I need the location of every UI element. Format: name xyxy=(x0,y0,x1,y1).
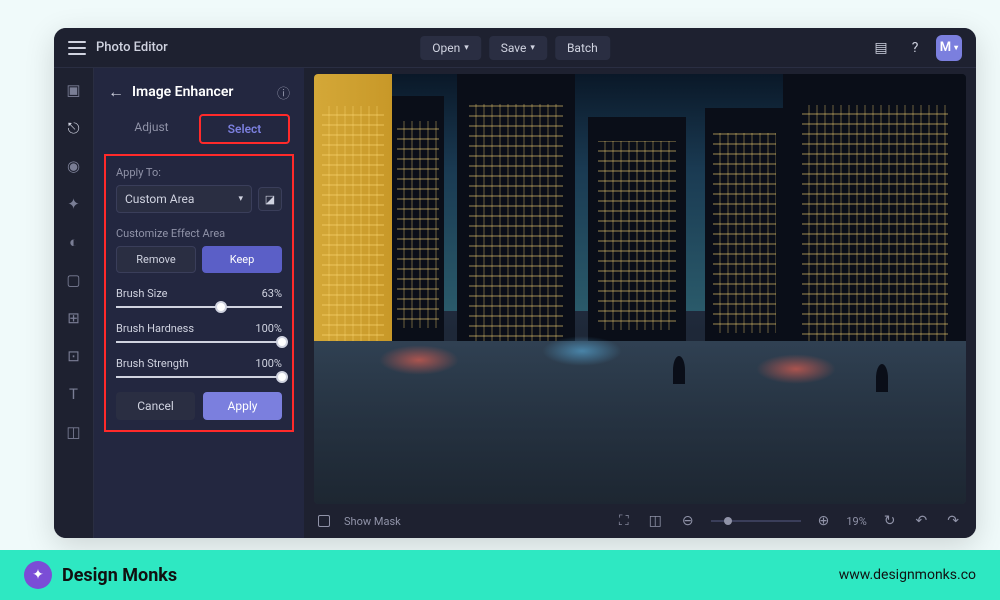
brush-hardness-track[interactable] xyxy=(116,341,282,343)
app-window: Photo Editor Open▾ Save▾ Batch ▤ ? M▾ ▣ … xyxy=(54,28,976,538)
brush-hardness-label: Brush Hardness xyxy=(116,322,194,335)
chevron-down-icon: ▾ xyxy=(954,43,958,52)
help-icon[interactable]: ? xyxy=(902,35,928,61)
brush-hardness-value: 100% xyxy=(255,322,282,335)
brush-hardness-slider: Brush Hardness 100% xyxy=(116,322,282,343)
image-tool-icon[interactable]: ▣ xyxy=(62,78,86,102)
show-mask-label: Show Mask xyxy=(344,515,401,528)
info-icon[interactable]: ⓘ xyxy=(277,83,290,102)
topbar-center: Open▾ Save▾ Batch xyxy=(420,36,610,60)
apply-to-dropdown[interactable]: Custom Area ▾ xyxy=(116,185,252,213)
crop-tool-icon[interactable]: ⊡ xyxy=(62,344,86,368)
adjust-tool-icon[interactable]: ⎋ xyxy=(62,116,86,140)
redo-icon[interactable]: ↷ xyxy=(944,513,962,529)
batch-button[interactable]: Batch xyxy=(555,36,610,60)
zoom-slider[interactable] xyxy=(711,520,801,522)
tab-select[interactable]: Select xyxy=(199,114,290,144)
brush-strength-label: Brush Strength xyxy=(116,357,189,370)
brand-url: www.designmonks.co xyxy=(839,567,976,583)
app-title: Photo Editor xyxy=(96,40,168,55)
show-mask-checkbox[interactable] xyxy=(318,515,330,527)
tool-rail: ▣ ⎋ ◉ ✦ ◐ ▢ ⊞ ⊡ T ◫ xyxy=(54,68,94,538)
keep-button[interactable]: Keep xyxy=(202,246,282,273)
layers-tool-icon[interactable]: ◫ xyxy=(62,420,86,444)
menu-icon[interactable] xyxy=(68,41,86,55)
text-tool-icon[interactable]: T xyxy=(62,382,86,406)
brush-strength-value: 100% xyxy=(255,357,282,370)
brand-name: Design Monks xyxy=(62,565,177,586)
remove-button[interactable]: Remove xyxy=(116,246,196,273)
main-area: ▣ ⎋ ◉ ✦ ◐ ▢ ⊞ ⊡ T ◫ ← Image Enhancer ⓘ A… xyxy=(54,68,976,538)
topbar: Photo Editor Open▾ Save▾ Batch ▤ ? M▾ xyxy=(54,28,976,68)
elements-tool-icon[interactable]: ⊞ xyxy=(62,306,86,330)
chevron-down-icon: ▾ xyxy=(238,194,243,204)
compare-icon[interactable]: ◫ xyxy=(646,513,665,529)
branding-bar: ✦ Design Monks www.designmonks.co xyxy=(0,550,1000,600)
sparkle-tool-icon[interactable]: ✦ xyxy=(62,192,86,216)
frame-tool-icon[interactable]: ▢ xyxy=(62,268,86,292)
canvas-area: Show Mask ⛶ ◫ ⊖ ⊕ 19% ↻ ↶ ↷ xyxy=(304,68,976,538)
chevron-down-icon: ▾ xyxy=(464,43,469,53)
panel-title: Image Enhancer xyxy=(132,84,269,100)
brush-size-value: 63% xyxy=(262,287,282,300)
action-row: Cancel Apply xyxy=(116,392,282,420)
canvas-image xyxy=(314,74,966,504)
effect-area-segment: Remove Keep xyxy=(116,246,282,273)
highlight-box: Apply To: Custom Area ▾ ◪ Customize Effe… xyxy=(104,154,294,432)
brush-strength-slider: Brush Strength 100% xyxy=(116,357,282,378)
chevron-down-icon: ▾ xyxy=(530,43,535,53)
fullscreen-icon[interactable]: ⛶ xyxy=(616,513,632,529)
undo-icon[interactable]: ↶ xyxy=(913,513,931,529)
eye-tool-icon[interactable]: ◉ xyxy=(62,154,86,178)
back-arrow-icon[interactable]: ← xyxy=(108,82,124,102)
apply-button[interactable]: Apply xyxy=(203,392,282,420)
apply-to-row: Custom Area ▾ ◪ xyxy=(116,185,282,213)
canvas-footer: Show Mask ⛶ ◫ ⊖ ⊕ 19% ↻ ↶ ↷ xyxy=(304,504,976,538)
feedback-icon[interactable]: ▤ xyxy=(868,35,894,61)
brush-size-label: Brush Size xyxy=(116,287,168,300)
tab-adjust[interactable]: Adjust xyxy=(108,114,195,144)
save-button[interactable]: Save▾ xyxy=(489,36,547,60)
side-panel: ← Image Enhancer ⓘ Adjust Select Apply T… xyxy=(94,68,304,538)
mask-preview-icon[interactable]: ◪ xyxy=(258,187,282,211)
zoom-in-icon[interactable]: ⊕ xyxy=(815,513,833,529)
brush-strength-track[interactable] xyxy=(116,376,282,378)
palette-tool-icon[interactable]: ◐ xyxy=(62,230,86,254)
zoom-value: 19% xyxy=(846,515,866,528)
open-button[interactable]: Open▾ xyxy=(420,36,481,60)
reset-icon[interactable]: ↻ xyxy=(881,513,899,529)
brush-size-track[interactable] xyxy=(116,306,282,308)
panel-header: ← Image Enhancer ⓘ xyxy=(94,82,304,114)
customize-label: Customize Effect Area xyxy=(116,227,282,240)
brand-logo-icon: ✦ xyxy=(24,561,52,589)
brush-size-slider: Brush Size 63% xyxy=(116,287,282,308)
canvas[interactable] xyxy=(314,74,966,504)
zoom-out-icon[interactable]: ⊖ xyxy=(679,513,697,529)
tab-row: Adjust Select xyxy=(94,114,304,144)
apply-to-label: Apply To: xyxy=(116,166,282,179)
avatar[interactable]: M▾ xyxy=(936,35,962,61)
topbar-right: ▤ ? M▾ xyxy=(868,35,962,61)
cancel-button[interactable]: Cancel xyxy=(116,392,195,420)
